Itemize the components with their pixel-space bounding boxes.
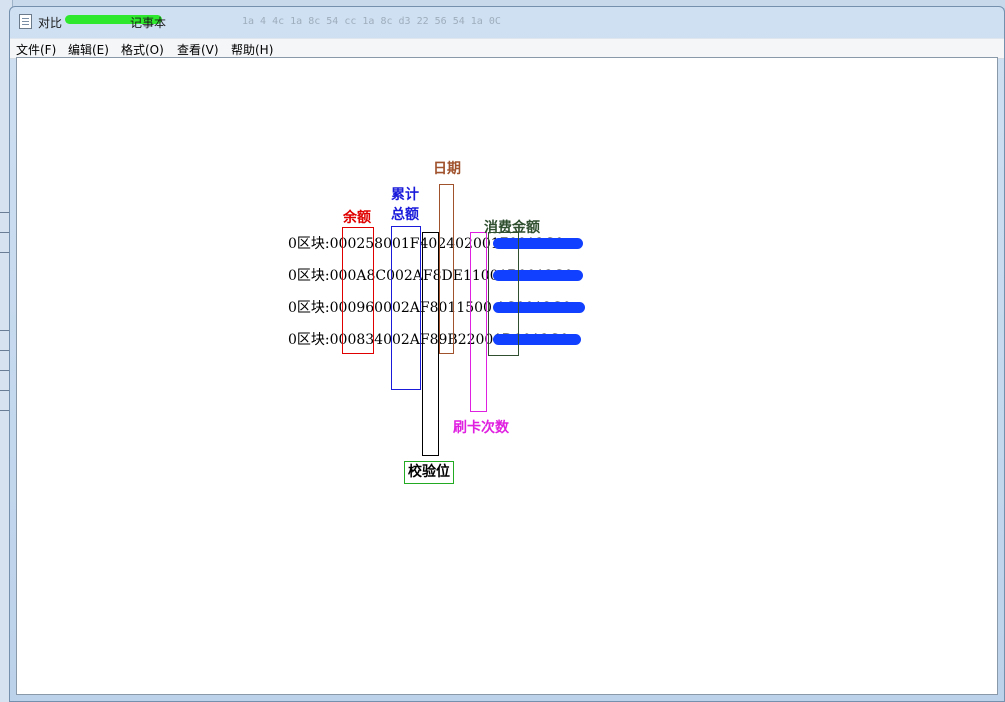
balance-label: 余额: [343, 210, 371, 226]
total-label-line2: 总额: [391, 207, 419, 223]
background-ghost-text: 1a 4 4c 1a 8c 54 cc 1a 8c d3 22 56 54 1a…: [242, 16, 501, 27]
swipe-count-label: 刷卡次数: [453, 420, 509, 436]
swipe-count-box: [470, 232, 487, 412]
date-box: [439, 184, 454, 354]
menu-view[interactable]: 查看(V): [177, 41, 219, 58]
spend-amount-box: [488, 232, 519, 356]
window-title-prefix: 对比: [38, 16, 63, 30]
checksum-label: 校验位: [404, 461, 454, 484]
title-bar[interactable]: 对比 记事本 1a 4 4c 1a 8c 54 cc 1a 8c d3 22 5…: [10, 7, 1004, 33]
notepad-icon: [19, 14, 32, 29]
menu-help[interactable]: 帮助(H): [231, 41, 273, 58]
notepad-window: 对比 记事本 1a 4 4c 1a 8c 54 cc 1a 8c d3 22 5…: [9, 6, 1005, 702]
checksum-box: [422, 232, 439, 456]
total-label-line1: 累计: [391, 187, 419, 203]
menu-file[interactable]: 文件(F): [16, 41, 56, 58]
total-box: [391, 226, 421, 390]
menu-bar: 文件(F) 编辑(E) 格式(O) 查看(V) 帮助(H): [10, 38, 1004, 59]
menu-edit[interactable]: 编辑(E): [68, 41, 109, 58]
date-label: 日期: [433, 161, 461, 177]
window-title-suffix: 记事本: [130, 16, 167, 30]
text-editor-area[interactable]: 0区块:000258001F40240200170012C0 0区块:000A8…: [16, 57, 998, 695]
spend-amount-label: 消费金额: [484, 220, 540, 236]
balance-box: [342, 227, 374, 354]
menu-format[interactable]: 格式(O): [121, 41, 164, 58]
